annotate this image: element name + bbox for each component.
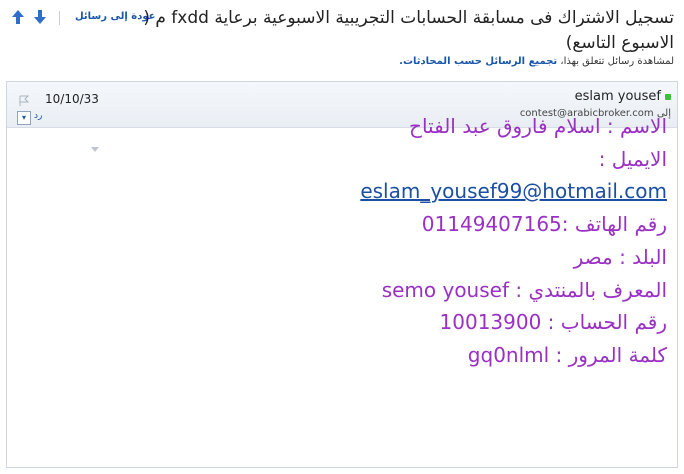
body-forum-id-line: المعرف بالمنتدي : semo yousef xyxy=(381,277,667,302)
flag-icon[interactable] xyxy=(18,92,30,106)
body-phone-line: رقم الهاتف :01149407165 xyxy=(421,212,667,237)
message-subject: تسجيل الاشتراك فى مسابقة الحسابات التجري… xyxy=(143,8,674,53)
body-password-line: كلمة المرور : gq0nlml xyxy=(467,342,667,367)
previous-message-arrow-icon[interactable] xyxy=(11,9,25,25)
body-email-link[interactable]: eslam_yousef99@hotmail.com xyxy=(360,179,667,203)
body-name-line: الاسم : اسلام فاروق عبد الفتاح xyxy=(409,114,667,138)
reply-button[interactable]: رد xyxy=(34,111,42,121)
conversation-hint: لمشاهدة رسائل تتعلق بهذا، تجميع الرسائل … xyxy=(399,56,674,67)
message-body: الاسم : اسلام فاروق عبد الفتاح الايميل :… xyxy=(107,110,667,372)
toolbar-divider xyxy=(59,11,60,25)
body-email-label: الايميل : xyxy=(598,146,667,171)
body-account-line: رقم الحساب : 10013900 xyxy=(439,310,667,335)
message-toolbar: عودة إلى رسائل تسجيل الاشتراك فى مسابقة … xyxy=(0,0,684,80)
next-message-arrow-icon[interactable] xyxy=(33,9,47,25)
group-by-conversation-link[interactable]: تجميع الرسائل حسب المحادثات. xyxy=(399,56,557,67)
conversation-hint-text: لمشاهدة رسائل تتعلق بهذا، xyxy=(560,56,674,67)
online-status-icon xyxy=(665,94,671,100)
message-date: 10/10/33 xyxy=(45,92,99,106)
body-country-line: البلد : مصر xyxy=(573,244,667,269)
sender-name[interactable]: eslam yousef xyxy=(575,89,661,104)
reply-dropdown-icon[interactable]: ▾ xyxy=(17,111,31,125)
collapse-triangle-icon[interactable] xyxy=(91,138,99,152)
